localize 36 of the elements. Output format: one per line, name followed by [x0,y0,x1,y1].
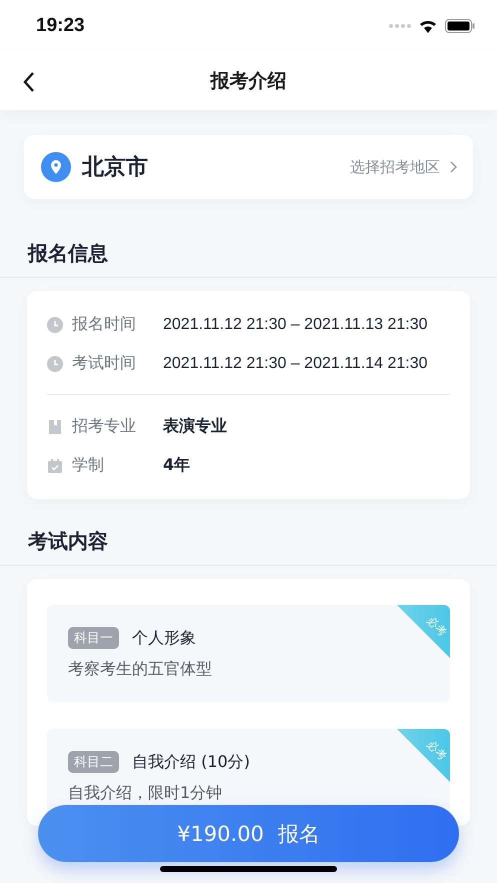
clock-icon [47,356,63,372]
corner-ribbon [397,605,450,658]
signup-button[interactable]: ¥190.00 报名 [38,805,459,862]
info-label: 报名时间 [72,314,137,335]
subject-description: 考察考生的五官体型 [68,659,213,680]
back-icon[interactable] [22,71,36,93]
required-label: 必考 [424,613,450,640]
info-value: 表演专业 [163,416,227,437]
info-value: 2021.11.12 21:30 – 2021.11.13 21:30 [163,316,428,334]
subject-title: 个人形象 [132,628,196,648]
signal-icon [389,23,411,29]
info-label: 招考专业 [72,416,137,437]
choose-region-link[interactable]: 选择招考地区 [350,158,440,176]
required-label: 必考 [424,737,450,764]
chevron-right-icon [450,161,457,173]
status-time: 19:23 [36,15,85,37]
location-card[interactable]: 北京市 选择招考地区 [24,135,473,199]
calendar-icon [47,458,63,474]
city-name: 北京市 [82,154,149,182]
clock-icon [47,316,63,332]
subject-tag: 科目二 [68,751,119,773]
subject-title: 自我介绍 (10分) [132,752,250,772]
wifi-icon [419,20,437,32]
subject-description: 自我介绍，限时1分钟 [68,783,224,804]
section-title: 报名信息 [28,241,108,265]
battery-icon [445,19,475,33]
book-icon [47,418,63,434]
corner-ribbon [397,729,450,782]
page-title: 报考介绍 [210,69,286,94]
location-pin-icon [41,152,71,182]
section-title: 考试内容 [28,529,108,553]
info-value: 4年 [163,455,190,476]
info-value: 2021.11.12 21:30 – 2021.11.14 21:30 [163,354,428,372]
info-label: 学制 [72,455,105,476]
info-label: 考试时间 [72,353,137,374]
subject-tag: 科目一 [68,627,119,649]
